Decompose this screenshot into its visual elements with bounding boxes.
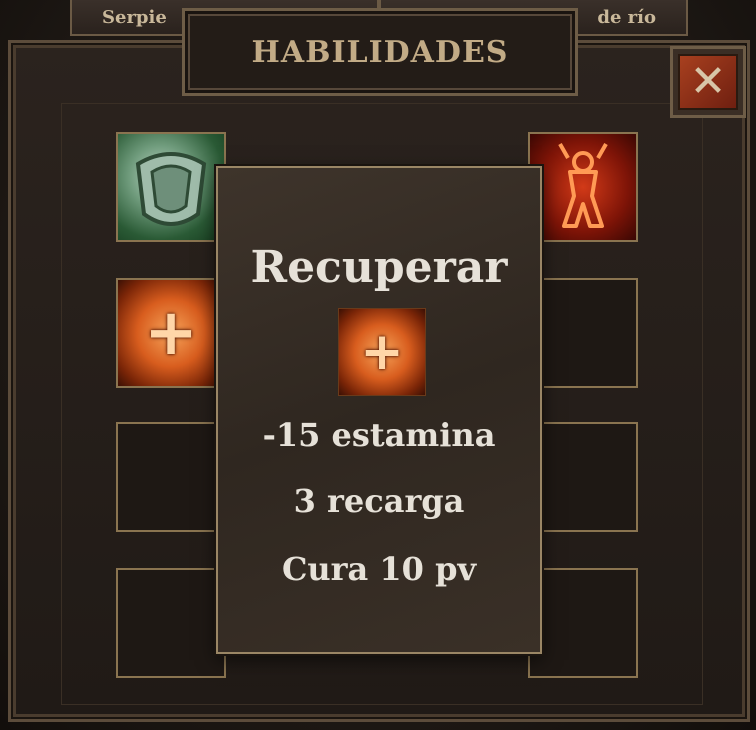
heal-skill-icon: +	[360, 322, 404, 382]
skill-slot-rage[interactable]	[528, 132, 638, 242]
skill-slot-shield[interactable]	[116, 132, 226, 242]
skill-tooltip: Recuperar + -15 estamina 3 recarga Cura …	[216, 166, 542, 654]
shield-skill-icon	[135, 152, 207, 226]
panel-header: HABILIDADES	[182, 8, 578, 96]
close-button[interactable]: ✕	[670, 46, 746, 118]
skill-slot-heal[interactable]: +	[116, 278, 226, 388]
tooltip-cost: -15 estamina	[262, 416, 496, 454]
skill-slot-empty[interactable]	[116, 568, 226, 678]
tab-right-label: de río	[597, 6, 656, 28]
close-icon: ✕	[678, 54, 738, 110]
skill-slot-empty[interactable]	[528, 568, 638, 678]
heal-skill-icon: +	[144, 296, 198, 370]
panel-title: HABILIDADES	[251, 34, 509, 70]
tooltip-title: Recuperar	[250, 242, 508, 293]
skill-slot-empty[interactable]	[528, 278, 638, 388]
tooltip-effect: Cura 10 pv	[281, 550, 477, 588]
tooltip-cooldown: 3 recarga	[293, 482, 465, 520]
skill-slot-empty[interactable]	[528, 422, 638, 532]
rage-skill-icon	[558, 143, 608, 228]
skill-slot-empty[interactable]	[116, 422, 226, 532]
tooltip-skill-icon: +	[338, 308, 426, 396]
tab-left-label: Serpie	[102, 6, 167, 28]
